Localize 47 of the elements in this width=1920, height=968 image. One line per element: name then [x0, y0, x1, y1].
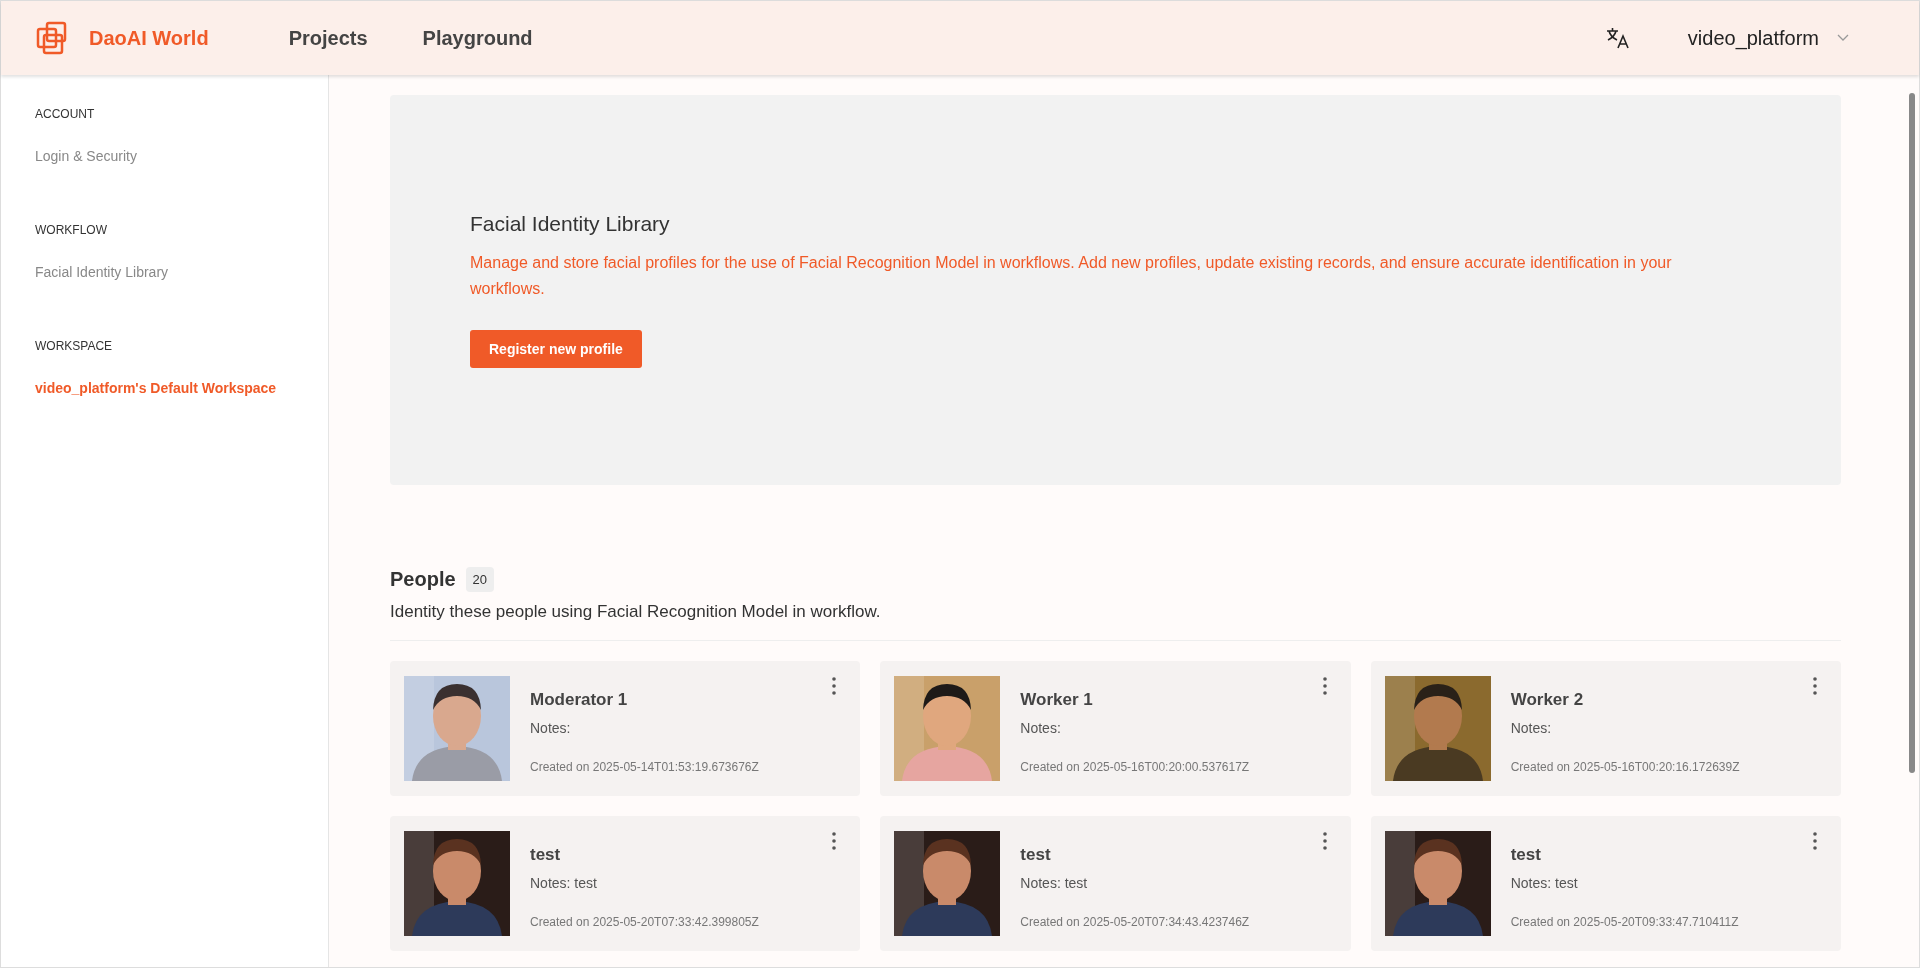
- created-date: Created on 2025-05-16T00:20:16.172639Z: [1510, 760, 1740, 774]
- hero-description: Manage and store facial profiles for the use of Facial Recognition Model in workflows. Add new profiles, update existing records, and ensure accurate identification in your workflows.: [470, 253, 1673, 299]
- section-heading: ACCOUNT: [35, 107, 96, 121]
- count-badge: 20: [465, 567, 495, 592]
- person-name: Worker 1: [1020, 690, 1094, 710]
- created-date: Created on 2025-05-20T07:33:42.399805Z: [530, 915, 759, 929]
- created-date: Created on 2025-05-14T01:53:19.673676Z: [530, 760, 759, 774]
- person-name: test: [530, 845, 562, 865]
- person-card[interactable]: test Notes: test Created on 2025-05-20T07:34:43.423746Z: [880, 816, 1351, 951]
- person-notes: Notes:: [530, 720, 572, 736]
- person-notes: Notes:: [1020, 720, 1062, 736]
- person-notes: Notes: test: [1510, 875, 1579, 891]
- person-card[interactable]: test Notes: test Created on 2025-05-20T07:33:42.399805Z: [390, 816, 861, 951]
- scrollbar-thumb[interactable]: [1909, 93, 1915, 773]
- more-button[interactable]: [830, 830, 839, 852]
- person-name: test: [1510, 845, 1542, 865]
- created-date: Created on 2025-05-16T00:20:00.537617Z: [1020, 760, 1250, 774]
- section-heading: WORKFLOW: [35, 223, 108, 237]
- section-heading: WORKSPACE: [35, 339, 114, 353]
- user-menu[interactable]: video_platform: [1687, 26, 1849, 50]
- translate-icon[interactable]: [1605, 27, 1630, 49]
- nav-link[interactable]: Playground: [422, 26, 533, 50]
- person-card[interactable]: test Notes: test Created on 2025-05-20T09:33:47.710411Z: [1370, 816, 1841, 951]
- section-subtitle: Identity these people using Facial Recognition Model in workflow.: [390, 602, 1841, 641]
- person-notes: Notes:: [1510, 720, 1553, 736]
- person-name: test: [1020, 845, 1052, 865]
- more-button[interactable]: [1320, 675, 1329, 697]
- created-date: Created on 2025-05-20T09:33:47.710411Z: [1510, 915, 1739, 929]
- more-button[interactable]: [1320, 830, 1329, 852]
- person-card[interactable]: Worker 2 Notes: Created on 2025-05-16T00:20:16.172639Z: [1370, 661, 1841, 796]
- more-button[interactable]: [830, 675, 839, 697]
- person-notes: Notes: test: [1020, 875, 1089, 891]
- person-card[interactable]: Moderator 1 Notes: Created on 2025-05-14T01:53:19.673676Z: [390, 661, 861, 796]
- person-notes: Notes: test: [530, 875, 598, 891]
- logo-icon: [35, 21, 69, 55]
- sidebar-item[interactable]: Facial Identity Library: [35, 264, 169, 280]
- nav-link[interactable]: Projects: [288, 26, 368, 50]
- more-button[interactable]: [1811, 675, 1819, 697]
- created-date: Created on 2025-05-20T07:34:43.423746Z: [1020, 915, 1250, 929]
- person-card[interactable]: Worker 1 Notes: Created on 2025-05-16T00:20:00.537617Z: [880, 661, 1351, 796]
- person-name: Moderator 1: [530, 690, 629, 710]
- person-name: Worker 2: [1510, 690, 1585, 710]
- chevron-down-icon: [1837, 34, 1849, 42]
- section-title: People: [390, 568, 456, 591]
- more-button[interactable]: [1811, 830, 1819, 852]
- hero-title: Facial Identity Library: [470, 212, 671, 236]
- sidebar-item[interactable]: Login & Security: [35, 148, 137, 164]
